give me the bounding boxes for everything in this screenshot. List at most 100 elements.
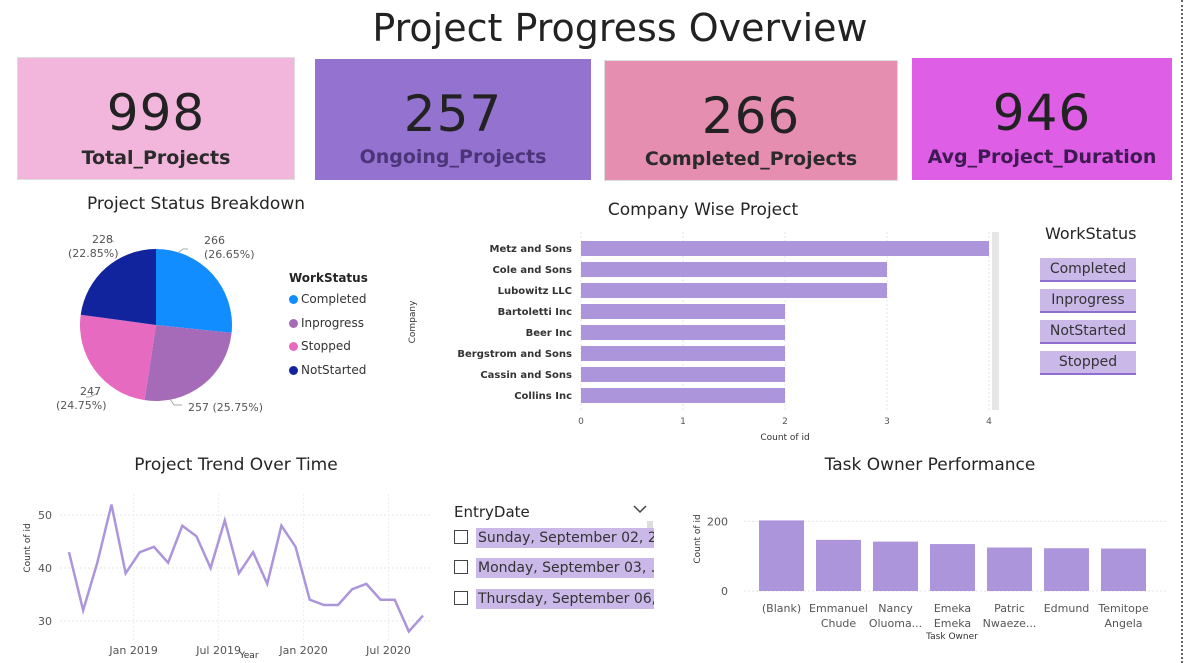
owner-chart-title: Task Owner Performance <box>824 455 1036 475</box>
legend-item-inprogress[interactable]: Inprogress <box>289 316 364 330</box>
owner-bar[interactable] <box>759 520 804 591</box>
company-bar[interactable] <box>581 367 785 382</box>
company-category-label: Cassin and Sons <box>480 370 572 381</box>
x-tick-label: Jan 2019 <box>108 644 157 657</box>
owner-bar-chart: 0 200 (Blank) Emmanuel Chude Nancy Oluoma... E… <box>693 514 1166 642</box>
owner-bar[interactable] <box>987 547 1032 591</box>
date-option-1[interactable]: Sunday, September 02, 2... <box>454 528 654 548</box>
owner-category-label: Emeka <box>934 602 971 615</box>
page-title: Project Progress Overview <box>372 6 868 50</box>
owner-category-label: Nancy <box>878 602 913 615</box>
kpi-label: Avg_Project_Duration <box>927 146 1157 168</box>
pie-legend-title: WorkStatus <box>289 271 368 285</box>
legend-item-notstarted[interactable]: NotStarted <box>289 363 366 377</box>
chart-scrollbar[interactable] <box>992 232 999 410</box>
date-option-label: Sunday, September 02, 2... <box>476 528 654 548</box>
owner-category-label: Emeka <box>934 617 971 630</box>
legend-label: NotStarted <box>301 363 367 377</box>
owner-category-label: (Blank) <box>762 602 801 615</box>
owner-category-label: Edmund <box>1044 602 1090 615</box>
checkbox[interactable] <box>454 530 468 544</box>
trend-y-axis-title: Count of id <box>23 523 33 572</box>
company-chart-title: Company Wise Project <box>607 200 799 220</box>
kpi-value: 257 <box>403 85 503 143</box>
company-bar-chart: 0 1 2 3 4 Metz and Sons Cole and Sons Lubowitz… <box>408 232 999 443</box>
date-option-label: Thursday, September 06, ... <box>476 589 654 609</box>
y-tick-label: 50 <box>38 509 52 522</box>
pie-leader-line <box>177 248 188 254</box>
pie-label-completed: 266 <box>204 234 225 247</box>
company-category-label: Metz and Sons <box>490 244 573 255</box>
trend-line-chart: 30 40 50 Jan 2019 Jul 2019 Jan 2020 Jul 2020 Y… <box>23 494 432 661</box>
slicer-item-inprogress[interactable]: Inprogress <box>1040 289 1136 313</box>
owner-bar[interactable] <box>873 541 918 591</box>
workstatus-slicer-title: WorkStatus <box>1045 224 1137 243</box>
pie-slice-completed[interactable] <box>156 249 232 333</box>
owner-category-label: Nwaeze... <box>983 617 1037 630</box>
slicer-item-notstarted[interactable]: NotStarted <box>1040 320 1136 344</box>
trend-x-axis-title: Year <box>238 651 258 661</box>
company-bar[interactable] <box>581 262 887 277</box>
owner-bar[interactable] <box>1044 548 1089 591</box>
chevron-down-icon[interactable] <box>632 500 648 519</box>
date-option-3[interactable]: Thursday, September 06, ... <box>454 589 654 609</box>
kpi-card-avg-duration: 946 Avg_Project_Duration <box>912 58 1172 180</box>
owner-y-axis-title: Count of id <box>693 514 703 563</box>
entrydate-slicer-title: EntryDate <box>454 503 530 521</box>
kpi-label: Ongoing_Projects <box>359 146 547 168</box>
owner-category-label: Emmanuel <box>809 602 868 615</box>
legend-dot <box>289 319 298 328</box>
legend-dot <box>289 342 298 351</box>
company-bar[interactable] <box>581 304 785 319</box>
legend-label: Inprogress <box>301 316 364 330</box>
legend-dot <box>289 366 298 375</box>
page-border-dotted <box>1181 0 1183 663</box>
x-tick-label: Jan 2020 <box>278 644 327 657</box>
kpi-card-ongoing-projects: 257 Ongoing_Projects <box>315 59 591 180</box>
checkbox[interactable] <box>454 560 468 574</box>
slicer-item-stopped[interactable]: Stopped <box>1040 351 1136 375</box>
kpi-card-total-projects: 998 Total_Projects <box>17 57 295 180</box>
date-option-label: Monday, September 03, ... <box>476 558 654 578</box>
owner-x-axis-title: Task Owner <box>925 632 978 642</box>
owner-bar[interactable] <box>930 544 975 591</box>
company-bar[interactable] <box>581 325 785 340</box>
x-tick-label: 2 <box>782 417 788 427</box>
y-tick-label: 40 <box>38 562 52 575</box>
company-bar[interactable] <box>581 283 887 298</box>
pie-leader-line <box>169 398 182 406</box>
owner-bar[interactable] <box>816 539 861 591</box>
owner-bar[interactable] <box>1101 548 1146 591</box>
pie-slice-notstarted[interactable] <box>80 249 156 325</box>
y-tick-label: 200 <box>707 515 728 528</box>
legend-label: Completed <box>301 292 367 306</box>
legend-item-stopped[interactable]: Stopped <box>289 339 351 353</box>
x-tick-label: 4 <box>986 417 992 427</box>
company-y-axis-title: Company <box>408 300 418 343</box>
owner-category-label: Patric <box>994 602 1025 615</box>
owner-category-label: Oluoma... <box>869 617 922 630</box>
company-bar[interactable] <box>581 346 785 361</box>
legend-item-completed[interactable]: Completed <box>289 292 366 306</box>
pie-chart-title: Project Status Breakdown <box>86 194 305 214</box>
checkbox[interactable] <box>454 591 468 605</box>
x-tick-label: Jul 2019 <box>195 644 241 657</box>
x-tick-label: 3 <box>884 417 890 427</box>
slicer-item-completed[interactable]: Completed <box>1040 258 1136 282</box>
x-tick-label: 1 <box>680 417 686 427</box>
kpi-value: 266 <box>701 87 801 145</box>
pie-label-stopped: 247 <box>80 385 101 398</box>
y-tick-label: 30 <box>38 615 52 628</box>
trend-chart-title: Project Trend Over Time <box>134 455 338 475</box>
status-pie-chart: 266 (26.65%) 257 (25.75%) 247 (24.75%) 2… <box>56 233 263 414</box>
company-x-axis-title: Count of id <box>760 433 809 443</box>
company-category-label: Collins Inc <box>514 391 572 402</box>
pie-slice-inprogress[interactable] <box>144 325 232 401</box>
y-tick-label: 0 <box>721 585 728 598</box>
date-option-2[interactable]: Monday, September 03, ... <box>454 558 654 578</box>
company-bar[interactable] <box>581 388 785 403</box>
company-bar[interactable] <box>581 241 989 256</box>
owner-category-label: Temitope <box>1097 602 1148 615</box>
x-tick-label: 0 <box>578 417 584 427</box>
kpi-label: Total_Projects <box>81 147 231 169</box>
